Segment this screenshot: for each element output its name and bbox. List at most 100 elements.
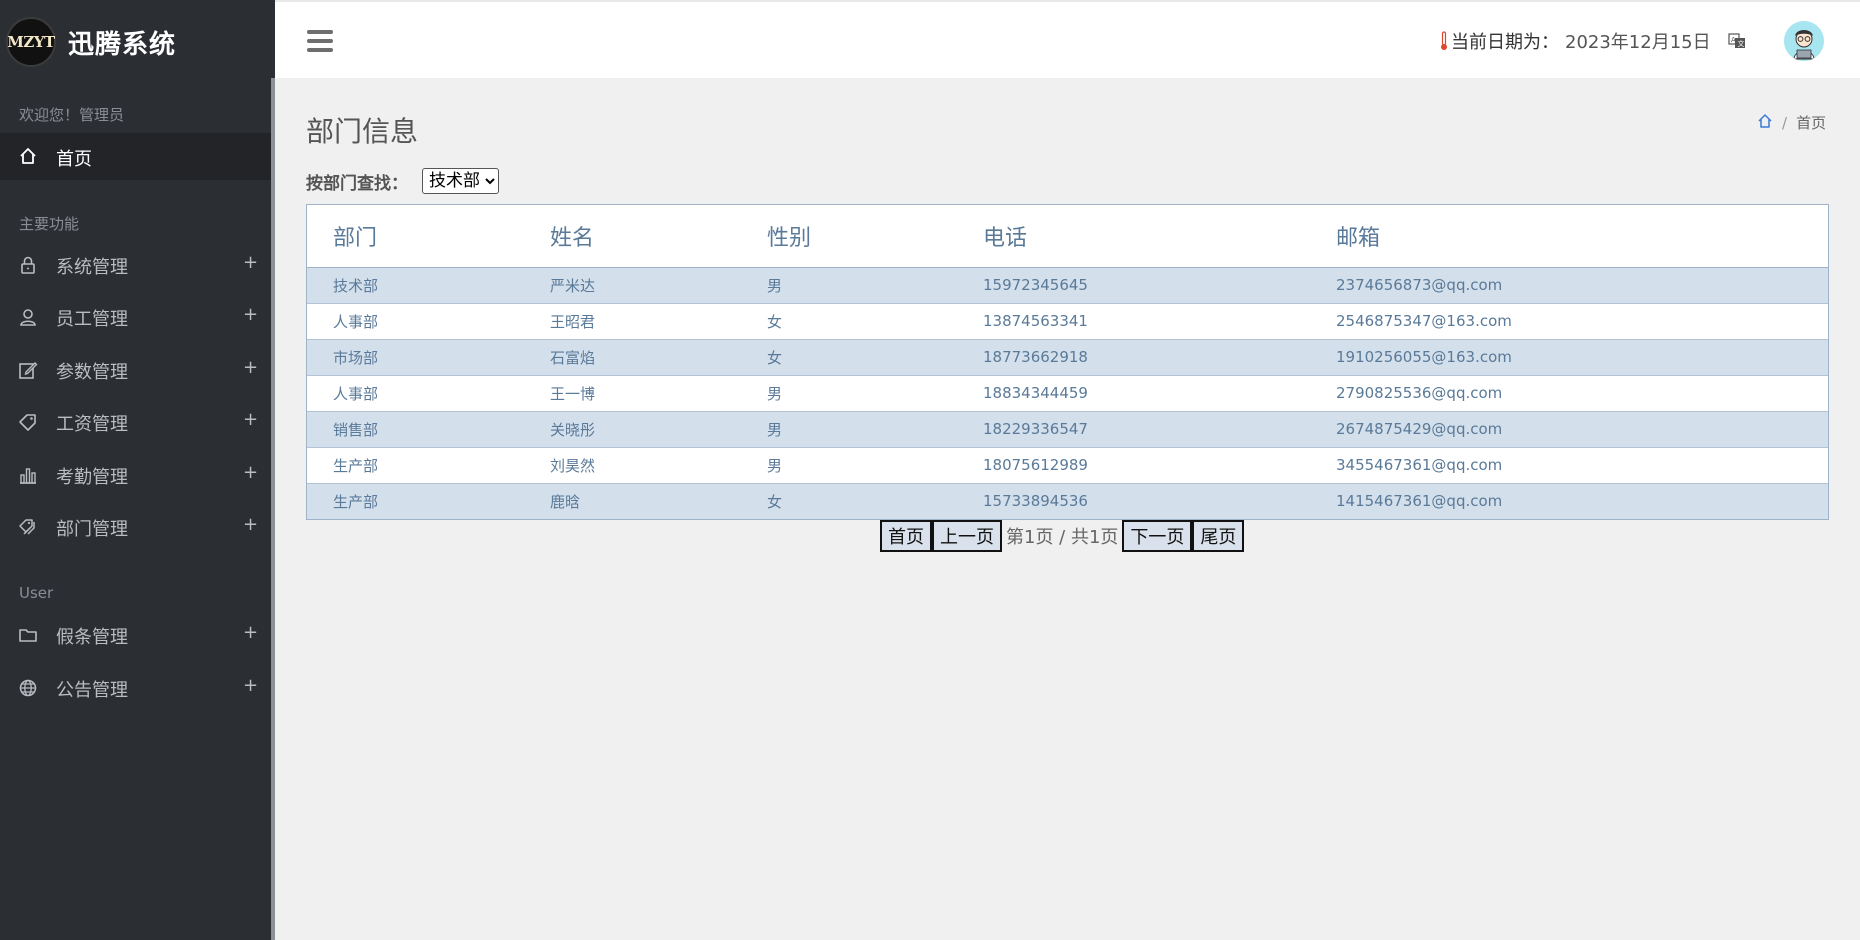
column-header-gender: 性别 <box>741 205 957 268</box>
table-row: 技术部 严米达 男 15972345645 2374656873@qq.com <box>307 267 1828 304</box>
sidebar-item-label: 工资管理 <box>56 414 128 435</box>
date-label: 当前日期为： <box>1451 32 1559 53</box>
column-header-email: 邮箱 <box>1310 205 1828 268</box>
page-info: 第1页 / 共1页 <box>1006 527 1119 548</box>
sidebar-item-system[interactable]: 系统管理 + <box>0 242 271 288</box>
table-row: 生产部 刘昊然 男 18075612989 3455467361@qq.com <box>307 447 1828 484</box>
logo-icon: MZYT <box>6 17 56 67</box>
expand-icon[interactable]: + <box>243 409 258 430</box>
expand-icon[interactable]: + <box>243 252 258 273</box>
cell-email: 2546875347@163.com <box>1310 303 1828 340</box>
cell-gender: 女 <box>741 303 957 340</box>
prev-page-button[interactable]: 上一页 <box>932 520 1002 552</box>
cell-department: 人事部 <box>307 303 524 340</box>
breadcrumb: / 首页 <box>1757 112 1826 133</box>
cell-phone: 18834344459 <box>957 375 1310 412</box>
sidebar: MZYT 迅腾系统 欢迎您！管理员 首页 主要功能 系统管理 + 员工管理 + <box>0 0 275 940</box>
sidebar-item-salary[interactable]: 工资管理 + <box>0 399 271 445</box>
cell-email: 2674875429@qq.com <box>1310 411 1828 448</box>
cell-name: 关晓彤 <box>524 411 741 448</box>
thermometer-icon <box>1440 31 1448 51</box>
department-table: 部门 姓名 性别 电话 邮箱 技术部 严米达 男 15972345645 237… <box>306 204 1829 520</box>
cell-name: 鹿晗 <box>524 483 741 519</box>
cell-gender: 女 <box>741 483 957 519</box>
cell-phone: 18773662918 <box>957 339 1310 376</box>
expand-icon[interactable]: + <box>243 304 258 325</box>
cell-phone: 18075612989 <box>957 447 1310 484</box>
sidebar-item-department[interactable]: 部门管理 + <box>0 504 271 550</box>
cell-name: 严米达 <box>524 267 741 304</box>
translate-icon[interactable]: A文 <box>1728 32 1746 50</box>
expand-icon[interactable]: + <box>243 357 258 378</box>
sidebar-item-label: 参数管理 <box>56 362 128 383</box>
cell-department: 销售部 <box>307 411 524 448</box>
cell-email: 2374656873@qq.com <box>1310 267 1828 304</box>
sidebar-item-attendance[interactable]: 考勤管理 + <box>0 452 271 498</box>
cell-gender: 男 <box>741 267 957 304</box>
cell-gender: 男 <box>741 447 957 484</box>
column-header-name: 姓名 <box>524 205 741 268</box>
cell-name: 石富焰 <box>524 339 741 376</box>
welcome-text: 欢迎您！管理员 <box>19 106 125 124</box>
sidebar-scrollbar[interactable] <box>271 78 275 940</box>
cell-department: 市场部 <box>307 339 524 376</box>
sidebar-item-label: 首页 <box>56 149 92 170</box>
cell-phone: 18229336547 <box>957 411 1310 448</box>
last-page-button[interactable]: 尾页 <box>1192 520 1245 552</box>
breadcrumb-home[interactable]: 首页 <box>1796 112 1826 133</box>
table-row: 人事部 王一博 男 18834344459 2790825536@qq.com <box>307 375 1828 412</box>
cell-email: 2790825536@qq.com <box>1310 375 1828 412</box>
svg-text:文: 文 <box>1738 39 1745 48</box>
next-page-button[interactable]: 下一页 <box>1122 520 1193 552</box>
cell-phone: 13874563341 <box>957 303 1310 340</box>
expand-icon[interactable]: + <box>243 462 258 483</box>
first-page-button[interactable]: 首页 <box>880 520 932 552</box>
cell-email: 1415467361@qq.com <box>1310 483 1828 519</box>
cell-gender: 男 <box>741 411 957 448</box>
sidebar-item-label: 假条管理 <box>56 627 128 648</box>
price-tags-icon <box>18 517 38 537</box>
cell-gender: 男 <box>741 375 957 412</box>
top-header: 当前日期为： 2023年12月15日 A文 <box>275 0 1860 78</box>
current-date: 当前日期为： 2023年12月15日 <box>1440 28 1711 54</box>
lock-icon <box>18 255 38 275</box>
breadcrumb-separator: / <box>1782 113 1788 132</box>
cell-phone: 15733894536 <box>957 483 1310 519</box>
expand-icon[interactable]: + <box>243 675 258 696</box>
sidebar-item-home[interactable]: 首页 <box>0 133 271 180</box>
date-value: 2023年12月15日 <box>1565 32 1711 53</box>
menu-toggle-icon[interactable] <box>307 30 333 52</box>
avatar[interactable] <box>1784 21 1824 61</box>
cell-gender: 女 <box>741 339 957 376</box>
table-row: 生产部 鹿晗 女 15733894536 1415467361@qq.com <box>307 483 1828 519</box>
table-row: 销售部 关晓彤 男 18229336547 2674875429@qq.com <box>307 411 1828 448</box>
cell-name: 王昭君 <box>524 303 741 340</box>
column-header-phone: 电话 <box>957 205 1310 268</box>
home-icon[interactable] <box>1757 113 1773 133</box>
tag-icon <box>18 412 38 432</box>
cell-department: 生产部 <box>307 447 524 484</box>
section-heading-user: User <box>19 584 54 602</box>
department-select[interactable]: 技术部 <box>422 168 499 194</box>
page-title: 部门信息 <box>306 115 419 148</box>
sidebar-item-label: 考勤管理 <box>56 467 128 488</box>
svg-text:A: A <box>1731 36 1736 44</box>
sidebar-item-leave[interactable]: 假条管理 + <box>0 612 271 658</box>
cell-department: 生产部 <box>307 483 524 519</box>
user-icon <box>18 307 38 327</box>
sidebar-item-employee[interactable]: 员工管理 + <box>0 294 271 340</box>
sidebar-item-parameters[interactable]: 参数管理 + <box>0 347 271 393</box>
cell-department: 技术部 <box>307 267 524 304</box>
expand-icon[interactable]: + <box>243 622 258 643</box>
sidebar-item-label: 部门管理 <box>56 519 128 540</box>
sidebar-item-label: 员工管理 <box>56 309 128 330</box>
edit-icon <box>18 360 38 380</box>
cell-name: 王一博 <box>524 375 741 412</box>
expand-icon[interactable]: + <box>243 514 258 535</box>
sidebar-item-label: 公告管理 <box>56 680 128 701</box>
department-filter: 按部门查找： 技术部 <box>306 168 499 194</box>
bar-chart-icon <box>18 465 38 485</box>
cell-email: 3455467361@qq.com <box>1310 447 1828 484</box>
app-title: 迅腾系统 <box>68 30 177 60</box>
sidebar-item-announcement[interactable]: 公告管理 + <box>0 665 271 711</box>
